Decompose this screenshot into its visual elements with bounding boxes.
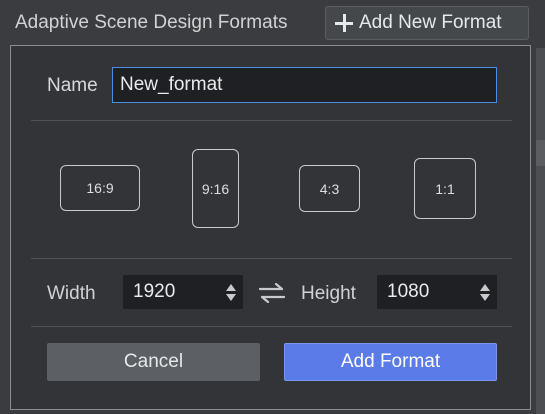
swap-arrows-icon[interactable] xyxy=(258,283,286,303)
background-panel-edge xyxy=(536,48,545,414)
background-scrollbar[interactable] xyxy=(536,140,545,166)
add-format-button[interactable]: Add Format xyxy=(284,343,497,381)
decrement-icon[interactable] xyxy=(480,293,490,301)
panel-title: Adaptive Scene Design Formats xyxy=(15,12,288,33)
width-stepper[interactable]: 1920 xyxy=(123,275,243,309)
width-label: Width xyxy=(47,283,96,304)
name-label: Name xyxy=(47,75,98,96)
preset-9-16-button[interactable]: 9:16 xyxy=(192,149,239,228)
add-new-format-button[interactable]: Add New Format xyxy=(325,6,529,40)
divider xyxy=(31,326,512,327)
divider xyxy=(31,258,512,259)
preset-1-1-button[interactable]: 1:1 xyxy=(414,158,476,219)
width-value[interactable]: 1920 xyxy=(123,281,219,303)
plus-icon xyxy=(334,13,354,33)
height-value[interactable]: 1080 xyxy=(377,281,473,303)
preset-4-3-button[interactable]: 4:3 xyxy=(299,165,360,212)
increment-icon[interactable] xyxy=(226,283,236,291)
cancel-button[interactable]: Cancel xyxy=(47,343,260,381)
add-format-dialog: Name 16:9 9:16 4:3 1:1 Width 1920 Height… xyxy=(10,45,531,410)
decrement-icon[interactable] xyxy=(226,293,236,301)
height-stepper[interactable]: 1080 xyxy=(377,275,497,309)
preset-16-9-button[interactable]: 16:9 xyxy=(60,165,140,211)
add-new-format-label: Add New Format xyxy=(359,12,502,33)
width-stepper-arrows[interactable] xyxy=(219,275,243,309)
divider xyxy=(31,120,512,121)
height-label: Height xyxy=(301,283,356,304)
height-stepper-arrows[interactable] xyxy=(473,275,497,309)
name-input[interactable] xyxy=(112,67,497,103)
increment-icon[interactable] xyxy=(480,283,490,291)
